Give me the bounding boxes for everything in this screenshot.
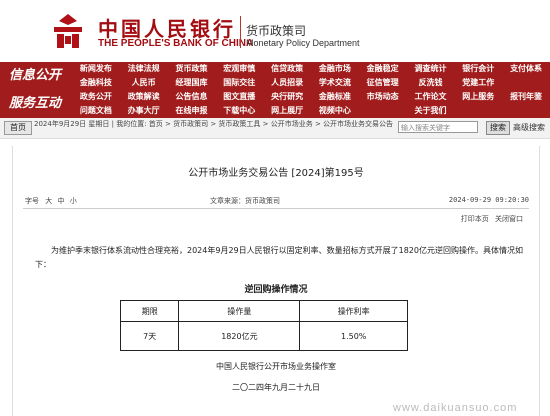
cell-volume: 1820亿元 <box>178 321 301 351</box>
nav-item[interactable]: 图文直播 <box>215 90 263 104</box>
cell-term: 7天 <box>119 321 180 351</box>
print-link[interactable]: 打印本页 <box>461 215 489 223</box>
nav-item[interactable]: 下载中心 <box>215 104 263 118</box>
nav-item <box>359 104 407 118</box>
nav-item[interactable]: 工作论文 <box>407 90 455 104</box>
nav-item[interactable]: 人员招录 <box>263 76 311 90</box>
nav-item[interactable]: 反洗钱 <box>407 76 455 90</box>
article-body: 公开市场业务交易公告 [2024]第195号 字号 大 中 小 文章来源：货币政… <box>12 146 540 416</box>
operations-table: 期限 操作量 操作利率 7天 1820亿元 1.50% <box>119 300 408 351</box>
font-small-link[interactable]: 小 <box>70 197 77 205</box>
nav-item[interactable]: 报刊年鉴 <box>502 90 550 104</box>
nav-item[interactable]: 宏观审慎 <box>215 62 263 76</box>
header-rate: 操作利率 <box>299 300 408 322</box>
search-input[interactable]: 输入搜索关键字 <box>398 121 478 133</box>
nav-item <box>502 104 550 118</box>
nav-item[interactable]: 学术交流 <box>311 76 359 90</box>
nav-item[interactable]: 金融市场 <box>311 62 359 76</box>
nav-item[interactable]: 信贷政策 <box>263 62 311 76</box>
nav-item[interactable]: 调查统计 <box>407 62 455 76</box>
header-divider <box>240 16 241 48</box>
nav-item[interactable]: 人民币 <box>120 76 168 90</box>
nav-item[interactable]: 网上展厅 <box>263 104 311 118</box>
nav-item[interactable]: 金融标准 <box>311 90 359 104</box>
nav-item[interactable]: 党建工作 <box>454 76 502 90</box>
nav-item[interactable]: 金融稳定 <box>359 62 407 76</box>
nav-item[interactable]: 办事大厅 <box>120 104 168 118</box>
bank-name-en: THE PEOPLE'S BANK OF CHINA <box>98 38 254 49</box>
nav-item[interactable]: 法律法规 <box>120 62 168 76</box>
nav-item <box>454 104 502 118</box>
font-size-label: 字号 <box>25 197 39 205</box>
home-button[interactable]: 首页 <box>4 121 32 135</box>
nav-item[interactable]: 支付体系 <box>502 62 550 76</box>
nav-item[interactable]: 市场动态 <box>359 90 407 104</box>
nav-section-service: 服务互动 <box>8 96 61 111</box>
table-header-row: 期限 操作量 操作利率 <box>119 300 408 322</box>
nav-item[interactable]: 经理国库 <box>168 76 216 90</box>
nav-item[interactable]: 新闻发布 <box>72 62 120 76</box>
dept-name-en: Monetary Policy Department <box>246 38 360 48</box>
article-date: 2024-09-29 09:20:30 <box>448 196 529 204</box>
header-term: 期限 <box>119 300 180 322</box>
nav-item[interactable]: 问题文档 <box>72 104 120 118</box>
nav-item[interactable]: 银行会计 <box>454 62 502 76</box>
pboc-logo-icon <box>48 11 88 51</box>
nav-item[interactable]: 央行研究 <box>263 90 311 104</box>
font-size-controls: 字号 大 中 小 <box>25 196 77 206</box>
search-button[interactable]: 搜索 <box>486 121 510 135</box>
nav-item <box>502 76 550 90</box>
signature-date: 二〇二四年九月二十九日 <box>232 383 320 392</box>
nav-item[interactable]: 公告信息 <box>168 90 216 104</box>
nav-item[interactable]: 金融科技 <box>72 76 120 90</box>
divider <box>23 208 529 209</box>
signature: 中国人民银行公开市场业务操作室 <box>216 362 336 371</box>
site-header: 中国人民银行 THE PEOPLE'S BANK OF CHINA 货币政策司 … <box>0 0 550 60</box>
close-window-link[interactable]: 关闭窗口 <box>495 215 523 223</box>
nav-item[interactable]: 国际交往 <box>215 76 263 90</box>
nav-grid: 新闻发布 法律法规 货币政策 宏观审慎 信贷政策 金融市场 金融稳定 调查统计 银行会计 支付体系… <box>72 62 550 118</box>
main-nav: 信息公开 服务互动 新闻发布 法律法规 货币政策 宏观审慎 信贷政策 金融市场 金融稳定 调查… <box>0 62 550 118</box>
table-title: 逆回购操作情况 <box>244 285 308 295</box>
breadcrumb-bar: 首页 2024年9月29日 星期日 | 我的位置: 首页 > 货币政策司 > 货… <box>0 118 550 139</box>
nav-item[interactable]: 网上服务 <box>454 90 502 104</box>
nav-item[interactable]: 政务公开 <box>72 90 120 104</box>
dept-name-cn: 货币政策司 <box>246 24 307 38</box>
advanced-search-link[interactable]: 高级搜索 <box>513 122 545 133</box>
article-tools: 打印本页 关闭窗口 <box>461 214 523 224</box>
header-volume: 操作量 <box>178 300 301 322</box>
nav-item[interactable]: 在线申报 <box>168 104 216 118</box>
nav-item[interactable]: 视频中心 <box>311 104 359 118</box>
table-row: 7天 1820亿元 1.50% <box>119 321 408 351</box>
cell-rate: 1.50% <box>299 321 408 351</box>
nav-item[interactable]: 政策解读 <box>120 90 168 104</box>
breadcrumb: 2024年9月29日 星期日 | 我的位置: 首页 > 货币政策司 > 货币政策… <box>34 120 394 128</box>
article-paragraph: 为维护季末银行体系流动性合理充裕，2024年9月29日人民银行以固定利率、数量招… <box>35 246 523 269</box>
font-large-link[interactable]: 大 <box>45 197 52 205</box>
watermark: www.daikuansuo.com <box>393 402 518 414</box>
nav-item[interactable]: 征信管理 <box>359 76 407 90</box>
nav-item[interactable]: 货币政策 <box>168 62 216 76</box>
article-source: 文章来源：货币政策司 <box>210 197 280 205</box>
font-medium-link[interactable]: 中 <box>57 197 64 205</box>
nav-section-info: 信息公开 <box>8 68 61 83</box>
nav-item[interactable]: 关于我们 <box>407 104 455 118</box>
page-title: 公开市场业务交易公告 [2024]第195号 <box>188 168 364 179</box>
